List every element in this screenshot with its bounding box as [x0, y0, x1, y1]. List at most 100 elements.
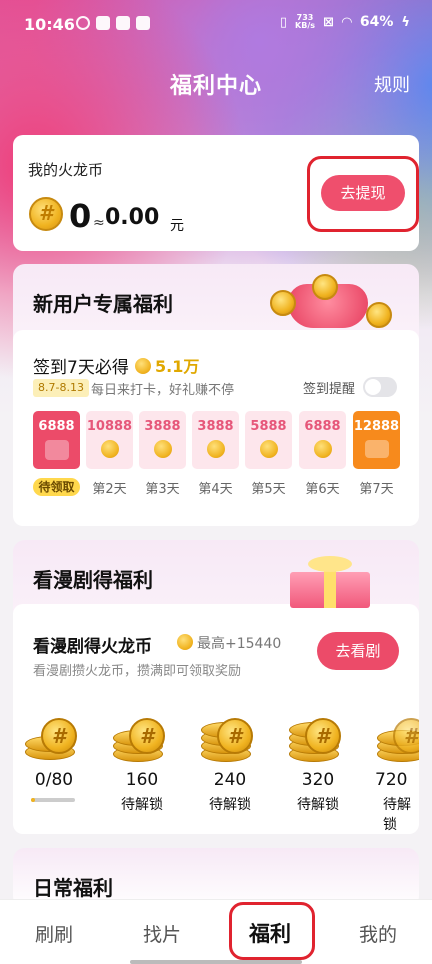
checkin-day-1[interactable]: 6888 [33, 411, 80, 469]
day-amount: 6888 [38, 419, 75, 434]
checkin-day-6[interactable]: 6888 [299, 411, 346, 469]
checkin-amount: 5.1万 [135, 353, 199, 377]
checkin-amount-value: 5.1万 [155, 357, 200, 376]
ribbon-icon [324, 566, 336, 608]
coin-icon [177, 634, 193, 650]
vibrate-icon: ▯ [279, 14, 288, 30]
coin-money-unit: 元 [170, 218, 184, 234]
milestone-value: 160 [125, 770, 159, 790]
day-amount: 5888 [250, 419, 287, 434]
coin-stack-icon [195, 708, 257, 766]
milestone-progress-bar [31, 798, 75, 802]
drama-card: 看漫剧得火龙币 最高+15440 看漫剧攒火龙币，攒满即可领取奖励 去看剧 0/… [13, 604, 419, 834]
reminder-toggle[interactable] [363, 377, 397, 397]
approx-sign: ≈ [93, 215, 105, 231]
milestone-status: 待解锁 [383, 797, 411, 833]
coin-stack-icon [283, 708, 345, 766]
coin-icon [135, 358, 151, 374]
coin-stack-icon [107, 708, 169, 766]
coin-icon [312, 274, 338, 300]
wifi-icon: ◠ [341, 14, 352, 30]
new-user-title: 新用户专属福利 [33, 292, 173, 316]
milestone-status: 待解锁 [121, 797, 163, 813]
sync-icon [76, 16, 90, 30]
day-label: 第7天 [359, 482, 394, 497]
net-speed: 733 KB/s [295, 14, 315, 30]
drama-max-reward: 最高+15440 [177, 633, 281, 653]
checkin-day-3[interactable]: 3888 [139, 411, 186, 469]
day-label: 第2天 [92, 482, 127, 497]
checkin-title: 签到7天必得 [33, 358, 129, 378]
milestone-value: 320 [301, 770, 335, 790]
tiktok-icon [136, 16, 150, 30]
milestone-value: 720 [375, 770, 408, 790]
charging-icon: ϟ [401, 14, 410, 30]
day-amount: 6888 [304, 419, 341, 434]
drama-section-title: 看漫剧得福利 [33, 568, 153, 592]
coin-stack-icon [19, 708, 81, 766]
coin-icon [29, 197, 63, 231]
drama-card-title: 看漫剧得火龙币 [33, 637, 152, 657]
battery-level: 64% [359, 14, 394, 30]
claim-label[interactable]: 待领取 [33, 478, 80, 496]
drama-subtitle: 看漫剧攒火龙币，攒满即可领取奖励 [33, 664, 242, 679]
coin-icon [364, 440, 389, 458]
coin-icon [259, 440, 278, 458]
coin-icon [44, 440, 69, 460]
tab-mine[interactable]: 我的 [338, 920, 418, 947]
day-amount: 3888 [144, 419, 181, 434]
checkin-day-2[interactable]: 10888 [86, 411, 133, 469]
checkin-card: 签到7天必得 5.1万 8.7-8.13 每日来打卡，好礼赚不停 签到提醒 68… [13, 330, 419, 526]
sim-icon: ⊠ [323, 14, 334, 30]
app-notification-icon [96, 16, 110, 30]
watch-drama-button[interactable]: 去看剧 [317, 632, 399, 670]
coin-icon [153, 440, 172, 458]
milestone-status: 待解锁 [209, 797, 251, 813]
withdraw-highlight-outline [307, 156, 419, 232]
day-label: 第6天 [305, 482, 340, 497]
coin-icon [100, 440, 119, 458]
coin-icon [270, 290, 296, 316]
status-notification-icons [76, 16, 150, 30]
coin-icon [313, 440, 332, 458]
day-label: 第5天 [251, 482, 286, 497]
status-bar: 10:46 ▯ 733 KB/s ⊠ ◠ 64% ϟ [0, 0, 432, 50]
lucky-bag-illustration [270, 272, 410, 332]
coin-icon [206, 440, 225, 458]
status-right: ▯ 733 KB/s ⊠ ◠ 64% ϟ [279, 14, 410, 31]
rules-link[interactable]: 规则 [374, 71, 410, 97]
coin-stack-icon [371, 708, 419, 766]
progress-fill [31, 798, 36, 802]
tab-highlight-outline [229, 902, 315, 960]
tab-find-videos[interactable]: 找片 [122, 920, 202, 947]
gift-box-illustration [280, 552, 390, 610]
checkin-day-4[interactable]: 3888 [192, 411, 239, 469]
coin-count: 0 [69, 197, 92, 235]
coin-card-title: 我的火龙币 [28, 161, 104, 179]
bottom-tab-bar: 刷刷 找片 福利 我的 [0, 899, 432, 964]
coin-icon [366, 302, 392, 328]
home-indicator[interactable] [130, 960, 302, 964]
daily-section-title: 日常福利 [33, 876, 113, 900]
day-amount: 12888 [353, 419, 400, 434]
date-range-badge: 8.7-8.13 [33, 379, 89, 397]
day-label: 第3天 [145, 482, 180, 497]
bow-icon [308, 556, 352, 572]
tab-shuashua[interactable]: 刷刷 [14, 920, 94, 947]
net-speed-unit: KB/s [295, 21, 315, 30]
coin-money-value: 0.00 [105, 205, 160, 230]
checkin-subtitle: 每日来打卡，好礼赚不停 [91, 383, 235, 398]
milestone-value: 0/80 [34, 770, 74, 790]
status-time: 10:46 [24, 15, 75, 34]
checkin-day-5[interactable]: 5888 [245, 411, 292, 469]
day-amount: 10888 [86, 419, 133, 434]
max-reward-value: 最高+15440 [197, 636, 282, 652]
milestone-value: 240 [213, 770, 247, 790]
milestone-status: 待解锁 [297, 797, 339, 813]
mail-icon [116, 16, 130, 30]
day-label: 第4天 [198, 482, 233, 497]
page-title: 福利中心 [169, 74, 262, 99]
checkin-day-7[interactable]: 12888 [353, 411, 400, 469]
reminder-label: 签到提醒 [303, 382, 356, 397]
day-amount: 3888 [197, 419, 234, 434]
